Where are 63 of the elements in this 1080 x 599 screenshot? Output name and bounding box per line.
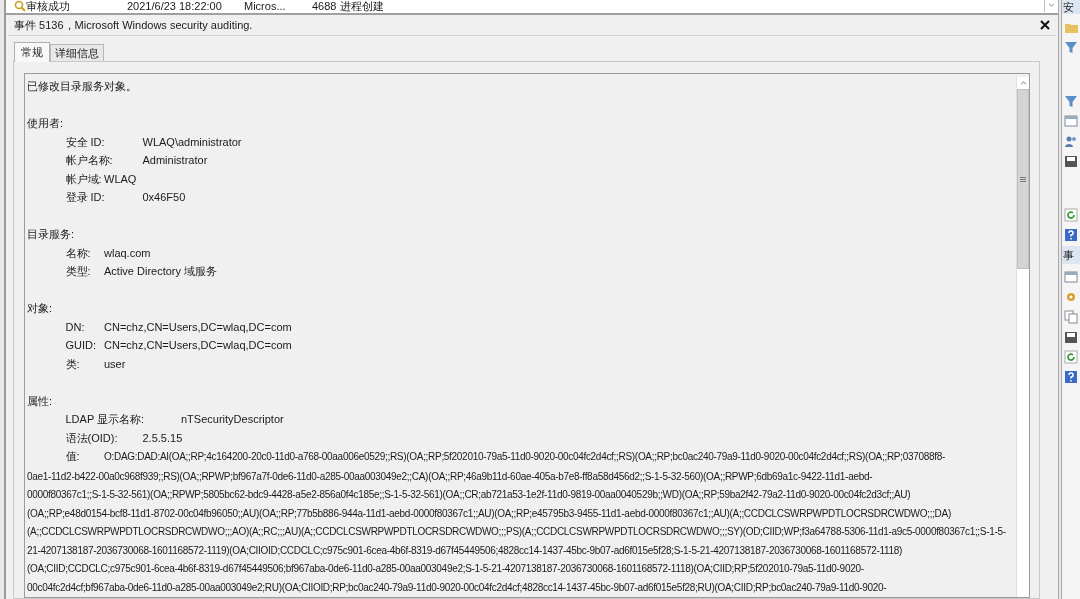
field-value: CN=chz,CN=Users,DC=wlaq,DC=com [104, 320, 292, 333]
funnel-icon[interactable] [1064, 94, 1078, 108]
summary-text: 已修改目录服务对象。 [27, 80, 137, 92]
dropdown-icon[interactable] [1044, 0, 1058, 12]
value-text-line: 0ae1-11d2-b422-00a0c968f939;;RS)(OA;;RPWP;bf967a7f-0de6-11d0-a285-00aa003049e2;;CA)(OA;;RP;46a9b11d-60ae-405a-b7e8-ff8a58d456d2;;S-1-5-32-560)(OA;;RPWP;6db69a1c-9422-11d1-aebd- [27, 470, 873, 482]
field-value: Administrator [142, 154, 208, 166]
field-label: GUID: [65, 339, 97, 351]
field-label: DN: [65, 320, 85, 333]
field-label: 值: [65, 450, 80, 462]
field-value: nTSecurityDescriptor [181, 413, 284, 425]
value-text-line: 00c04fc2d4cf;bf967aba-0de6-11d0-a285-00aa003049e2;RU)(OA;CIIOID;RP;bc0ac240-79a9-11d0-9020-00c04fc2d4cf;4828cc14-1437-45bc-9b07-ad6f015e5f28;RU)(OA;CIID;RP;bc0ac240-79a9-11d0-9020- [27, 581, 887, 593]
field-label: LDAP 显示名称: [65, 413, 145, 425]
value-text-line: 21-4207138187-2036730068-1601168572-1119)(OA;CIIOID;CCDCLC;c975c901-6cea-4b6f-8319-d67f45449506;4828cc14-1437-45bc-9b07-ad6f015e5f28;S-1-5-21-4207138187-2036730068-1601168572-1118) [27, 544, 903, 556]
value-text-line: (A;;CCDCLCSWRPWPDTLOCRSDRCWDWO;;;AO)(A;;RC;;;AU)(A;;CCDCLCSWRPWPDTLOCRSDRCWDWO;;;PS)(A;;CCDCLCSWRPWPDTLOCRSDRCWDWO;;;SY)(OD;CIID;WP;f3a64788-5306-11d1-a9c5-0000f80367c1;;S-1-5- [27, 526, 1006, 537]
panel-header: 安 [1062, 0, 1080, 14]
field-value: Active Directory 域服务 [104, 265, 218, 277]
field-label: 语法(OID): [65, 431, 118, 444]
field-label: 帐户域: [65, 172, 102, 185]
event-list-row[interactable]: 审核成功 2021/6/23 18:22:00 Micros... 4688 进程创建 [6, 0, 1058, 15]
field-value: WLAQ\administrator [142, 135, 242, 148]
section-heading: 目录服务: [27, 228, 75, 240]
field-label: 名称: [65, 246, 91, 259]
window-icon[interactable] [1064, 270, 1078, 284]
event-description-field[interactable] [24, 73, 1030, 598]
task-cell: 进程创建 [340, 0, 384, 13]
source-cell: Micros... [244, 0, 286, 13]
funnel-icon[interactable] [1064, 40, 1078, 54]
scrollbar-thumb[interactable] [1017, 89, 1029, 269]
field-value: 2.5.5.15 [142, 431, 183, 444]
copy-icon[interactable] [1064, 310, 1078, 324]
field-value: wlaq.com [104, 246, 151, 259]
field-label: 类型: [65, 265, 91, 277]
value-text-line: (OA;;RP;e48d0154-bcf8-11d1-8702-00c04fb96050;;AU)(OA;;RP;77b5b886-944a-11d1-aebd-0000f80367c1;;AU)(OA;;RP;e45795b3-9455-11d1-aebd-0000f80367c1;;AU)(A;;CCDCLCSWRPWPDTLOCRSDRCWDWO;;;DA) [27, 507, 951, 519]
field-value: 0x46F50 [142, 191, 186, 203]
field-label: 类: [65, 357, 80, 370]
refresh-icon[interactable] [1064, 350, 1078, 364]
vertical-scrollbar[interactable] [1016, 77, 1029, 597]
field-label: 帐户名称: [65, 154, 113, 166]
window-icon[interactable] [1064, 114, 1078, 128]
section-heading: 使用者: [27, 117, 64, 129]
panel-header: 事 [1062, 246, 1080, 264]
value-text-line: 0000f80367c1;;S-1-5-32-561)(OA;;RPWP;5805bc62-bdc9-4428-a5e2-856a0f4c185e;;S-1-5-32-561)(OA;;CR;ab721a53-1e2f-11d0-9819-00aa0040529b;;WD)(OA;;RP;59ba2f42-79a2-11d0-9020-00c04fc2d3cf;;AU) [27, 489, 911, 500]
people-icon[interactable] [1064, 134, 1078, 148]
value-text-line: (OA;CIID;CCDCLC;c975c901-6cea-4b6f-8319-d67f45449506;bf967aba-0de6-11d0-a285-00aa003049e2;S-1-5-21-4207138187-2036730068-1601168572-1118)(OA;CIID;RP;5f202010-79a5-11d0-9020- [27, 563, 864, 574]
section-heading: 属性: [27, 394, 53, 407]
level-cell: 审核成功 [26, 0, 70, 13]
value-text-line: O:DAG:DAD:AI(OA;;RP;4c164200-20c0-11d0-a768-00aa006e0529;;RS)(OA;;RP;5f202010-79a5-11d0-9020-00c04fc2d4cf;;RS)(OA;;RP;bc0ac240-79a9-11d0-9020-00c04fc2d4cf;;RS)(OA;;RP;037088f8- [104, 451, 946, 462]
field-label: 登录 ID: [65, 191, 105, 203]
tab[interactable]: 详细信息 [50, 44, 104, 61]
gear-icon[interactable] [1064, 290, 1078, 304]
tab[interactable]: 常规 [14, 42, 50, 62]
date-cell: 2021/6/23 18:22:00 [127, 0, 222, 13]
event-title: 事件 5136，Microsoft Windows security auditing. [14, 17, 253, 33]
field-label: 安全 ID: [65, 135, 105, 148]
refresh-icon[interactable] [1064, 208, 1078, 222]
section-heading: 对象: [27, 302, 53, 314]
help-icon[interactable] [1064, 228, 1078, 242]
field-value: CN=chz,CN=Users,DC=wlaq,DC=com [104, 339, 292, 351]
field-value: WLAQ [104, 172, 137, 185]
event-id-cell: 4688 [312, 0, 337, 13]
close-icon[interactable] [1040, 20, 1050, 30]
help-icon[interactable] [1064, 370, 1078, 384]
field-value: user [104, 357, 126, 370]
